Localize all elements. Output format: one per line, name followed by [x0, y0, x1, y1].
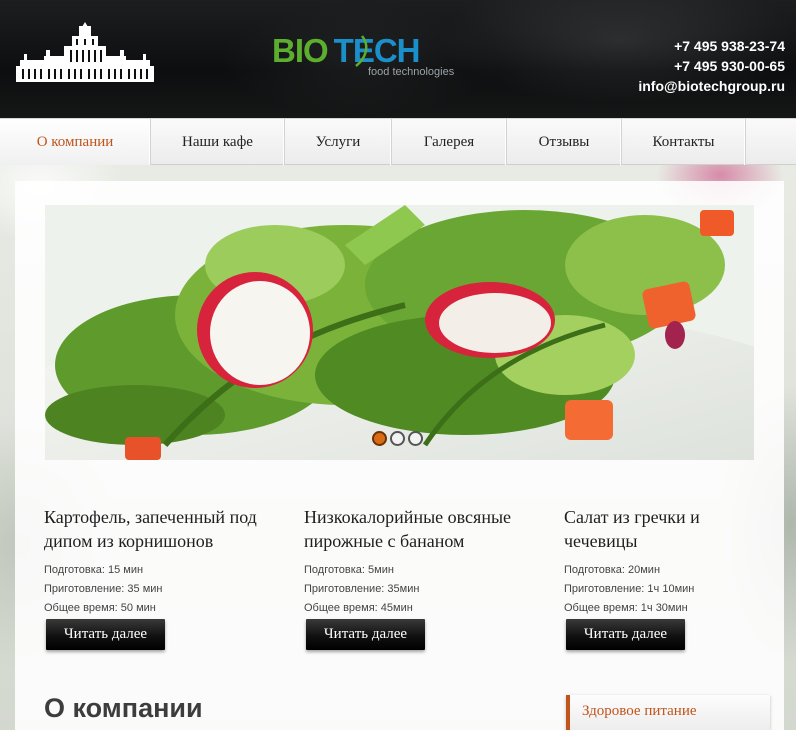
phone-number-2[interactable]: +7 495 930-00-65: [638, 56, 785, 76]
recipe-card: Картофель, запеченный под дипом из корни…: [44, 505, 284, 618]
recipe-total-time: Общее время: 45мин: [304, 602, 413, 614]
recipe-meta: Подготовка: 15 мин Приготовление: 35 мин…: [44, 561, 284, 618]
recipe-card: Салат из гречки и чечевицы Подготовка: 2…: [564, 505, 764, 618]
recipe-meta: Подготовка: 20мин Приготовление: 1ч 10ми…: [564, 561, 764, 618]
recipe-total-time: Общее время: 1ч 30мин: [564, 602, 688, 614]
nav-item-contacts[interactable]: Контакты: [622, 119, 746, 165]
recipe-title[interactable]: Салат из гречки и чечевицы: [564, 505, 764, 553]
recipe-cook-time: Приготовление: 35мин: [304, 583, 420, 595]
nav-item-services[interactable]: Услуги: [285, 119, 392, 165]
recipe-title[interactable]: Картофель, запеченный под дипом из корни…: [44, 505, 284, 553]
slider-pagination: [372, 431, 423, 446]
salad-photo: [45, 205, 754, 460]
logo-swoosh-icon: [355, 35, 368, 67]
sidebar-healthy-eating[interactable]: Здоровое питание: [566, 695, 770, 730]
recipe-total-time: Общее время: 50 мин: [44, 602, 156, 614]
contact-email[interactable]: info@biotechgroup.ru: [638, 76, 785, 96]
section-title-about: О компании: [44, 693, 203, 723]
recipe-prep-time: Подготовка: 5мин: [304, 564, 394, 576]
recipe-cook-time: Приготовление: 35 мин: [44, 583, 163, 595]
read-more-button[interactable]: Читать далее: [306, 619, 425, 650]
slider-dot-3[interactable]: [408, 431, 423, 446]
recipe-prep-time: Подготовка: 15 мин: [44, 564, 144, 576]
nav-item-gallery[interactable]: Галерея: [392, 119, 507, 165]
header-contacts: +7 495 938-23-74 +7 495 930-00-65 info@b…: [638, 36, 785, 96]
logo-subtitle: food technologies: [368, 66, 455, 78]
recipe-title[interactable]: Низкокалорийные овсяные пирожные с банан…: [304, 505, 544, 553]
recipe-cook-time: Приготовление: 1ч 10мин: [564, 583, 695, 595]
slider-dot-2[interactable]: [390, 431, 405, 446]
main-nav: О компании Наши кафе Услуги Галерея Отзы…: [0, 118, 796, 165]
biotech-logo[interactable]: BIO TECH food technologies: [272, 34, 464, 80]
building-skyline-logo[interactable]: [16, 22, 154, 82]
nav-item-reviews[interactable]: Отзывы: [507, 119, 622, 165]
phone-number-1[interactable]: +7 495 938-23-74: [638, 36, 785, 56]
recipe-prep-time: Подготовка: 20мин: [564, 564, 661, 576]
read-more-button[interactable]: Читать далее: [46, 619, 165, 650]
recipe-meta: Подготовка: 5мин Приготовление: 35мин Об…: [304, 561, 544, 618]
site-header: BIO TECH food technologies +7 495 938-23-…: [0, 0, 796, 118]
nav-item-about[interactable]: О компании: [0, 119, 151, 165]
nav-item-cafes[interactable]: Наши кафе: [151, 119, 285, 165]
logo-wordmark: BIO TECH: [272, 32, 421, 69]
recipe-card: Низкокалорийные овсяные пирожные с банан…: [304, 505, 544, 618]
read-more-button[interactable]: Читать далее: [566, 619, 685, 650]
logo-bio-text: BIO: [272, 32, 329, 69]
slider-dot-1[interactable]: [372, 431, 387, 446]
logo-tech-text: TECH: [333, 32, 421, 69]
image-slider[interactable]: [45, 205, 754, 460]
